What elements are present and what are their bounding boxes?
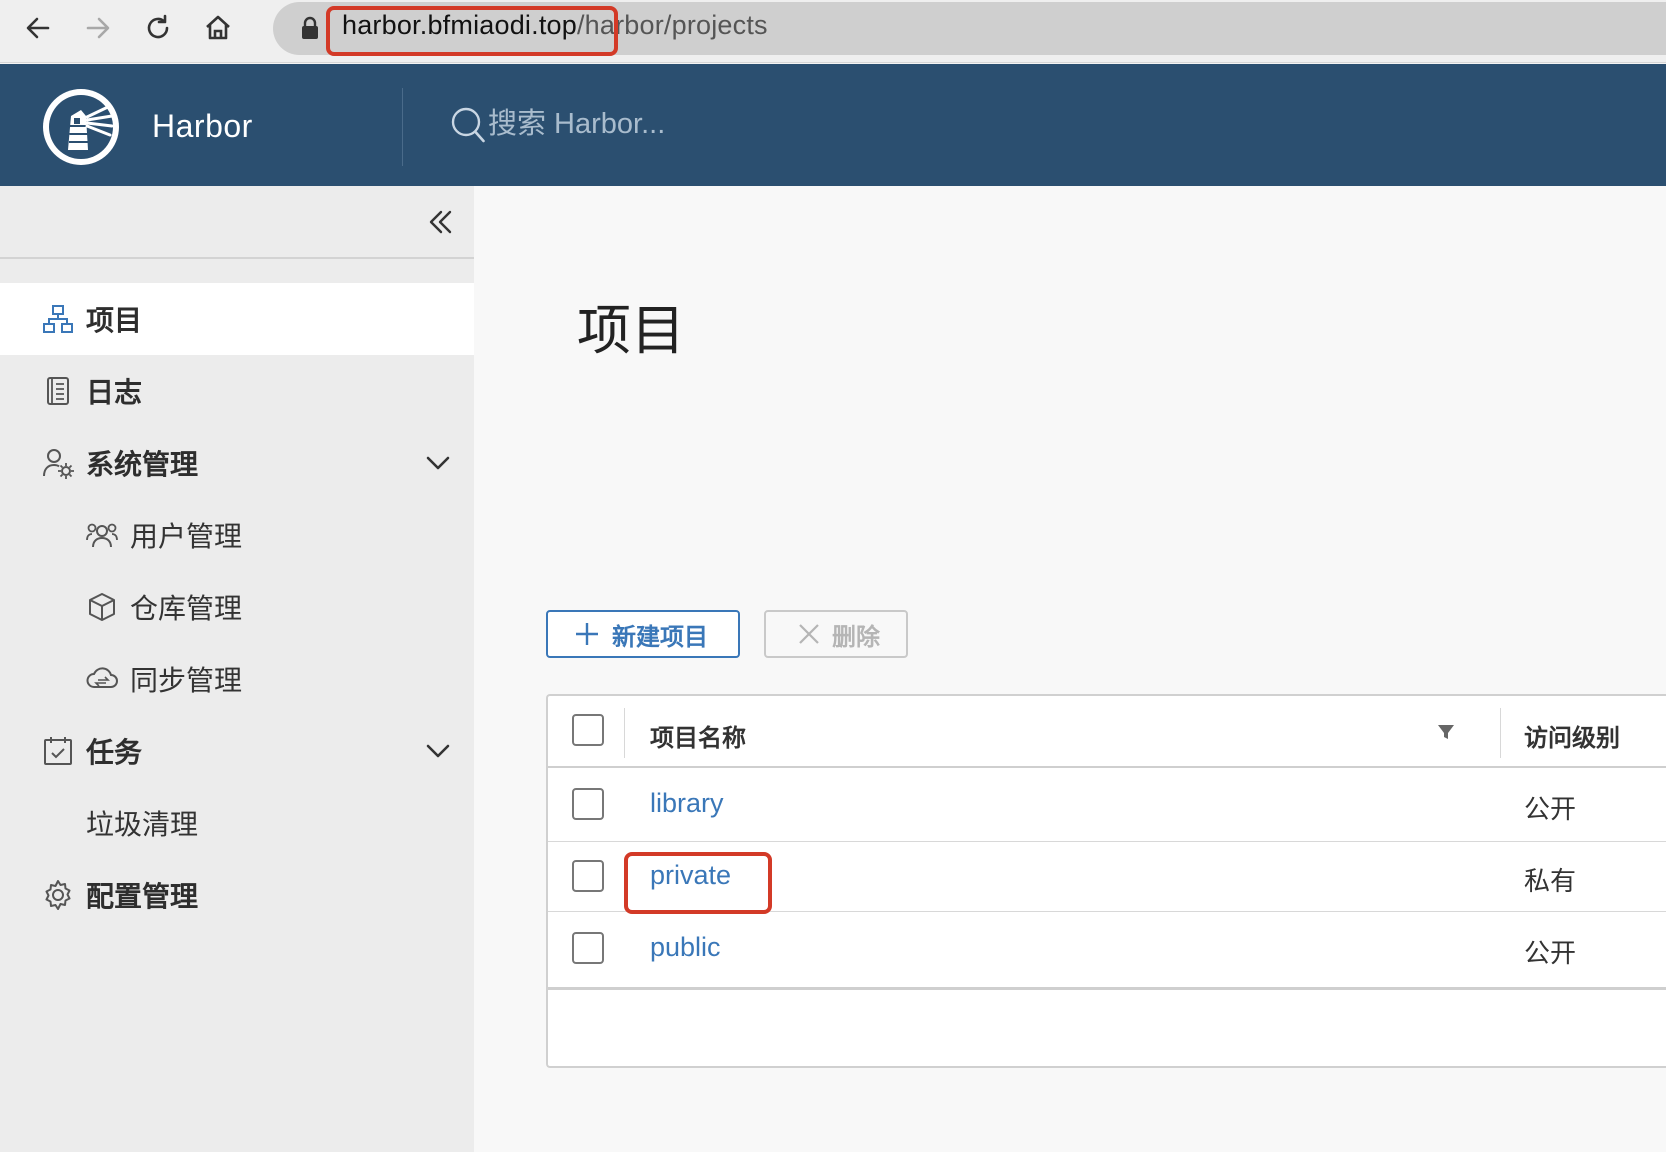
sidebar-item-label: 垃圾清理	[86, 809, 199, 840]
page-title: 项目	[577, 301, 685, 361]
new-project-button[interactable]: 新建项目	[546, 610, 740, 658]
search-input[interactable]	[488, 104, 988, 144]
reload-icon	[147, 14, 169, 39]
column-separator	[1500, 708, 1501, 758]
table-row: public 公开	[548, 912, 1666, 990]
users-icon	[86, 523, 118, 548]
sidebar-item-label: 日志	[86, 377, 143, 408]
admin-icon	[43, 449, 74, 479]
app-title: Harbor	[152, 108, 253, 144]
arrow-right-icon	[86, 17, 110, 39]
reload-button[interactable]	[138, 8, 178, 48]
sidebar-item-logs[interactable]: 日志	[0, 355, 474, 427]
sidebar-item-replications[interactable]: 同步管理	[0, 643, 474, 715]
arrow-left-icon	[26, 17, 50, 39]
harbor-logo-icon[interactable]	[40, 86, 122, 168]
access-level: 公开	[1524, 938, 1577, 968]
browser-toolbar: harbor.bfmiaodi.top/harbor/projects	[0, 0, 1666, 63]
lock-icon	[302, 16, 318, 39]
sidebar-divider	[0, 257, 474, 259]
url-highlight-box	[326, 6, 618, 56]
sidebar-item-label: 项目	[86, 305, 143, 336]
delete-label: 删除	[832, 623, 880, 651]
column-separator	[624, 708, 625, 758]
search-icon	[451, 107, 485, 143]
new-project-label: 新建项目	[612, 623, 708, 651]
projects-icon	[43, 305, 73, 333]
header-divider	[402, 88, 403, 166]
home-icon	[206, 15, 230, 40]
forward-button[interactable]	[78, 8, 118, 48]
sidebar-item-projects[interactable]: 项目	[0, 283, 474, 355]
delete-button[interactable]: 删除	[764, 610, 908, 658]
access-level: 私有	[1524, 866, 1577, 896]
column-header-name[interactable]: 项目名称	[650, 718, 746, 753]
main-content: 项目 新建项目 删除 项目名称 访问级别 library 公开 private …	[474, 186, 1666, 1152]
sidebar-item-label: 配置管理	[86, 881, 199, 912]
select-all-checkbox[interactable]	[572, 714, 604, 746]
filter-icon[interactable]	[1436, 722, 1456, 742]
table-row: library 公开	[548, 768, 1666, 842]
column-header-access[interactable]: 访问级别	[1524, 718, 1620, 753]
back-button[interactable]	[18, 8, 58, 48]
sidebar-item-registries[interactable]: 仓库管理	[0, 571, 474, 643]
table-header: 项目名称 访问级别	[548, 696, 1666, 768]
access-level: 公开	[1524, 794, 1577, 824]
sidebar-item-tasks[interactable]: 任务	[0, 715, 474, 787]
chevron-down-icon[interactable]	[424, 449, 452, 477]
project-name-link[interactable]: public	[650, 932, 721, 963]
logs-icon	[47, 377, 69, 405]
chevron-down-icon[interactable]	[424, 737, 452, 765]
sidebar: 项目 日志 系统管理 用户管理 仓库管理 同步管理 任务 垃圾清理 配置管理	[0, 186, 474, 1152]
collapse-sidebar-icon[interactable]	[424, 206, 456, 238]
project-name-link[interactable]: library	[650, 788, 724, 819]
sidebar-item-user-management[interactable]: 用户管理	[0, 499, 474, 571]
sidebar-item-garbage-collection[interactable]: 垃圾清理	[0, 787, 474, 859]
sidebar-item-label: 系统管理	[86, 449, 199, 480]
box-icon	[89, 593, 115, 621]
sidebar-item-system-admin[interactable]: 系统管理	[0, 427, 474, 499]
cloud-sync-icon	[86, 667, 118, 688]
home-button[interactable]	[198, 8, 238, 48]
app-header: Harbor	[0, 64, 1666, 186]
plus-icon	[576, 623, 598, 645]
row-checkbox[interactable]	[572, 860, 604, 892]
sidebar-item-label: 用户管理	[130, 521, 243, 552]
sidebar-item-configuration[interactable]: 配置管理	[0, 859, 474, 931]
row-checkbox[interactable]	[572, 788, 604, 820]
row-checkbox[interactable]	[572, 932, 604, 964]
tasks-icon	[44, 737, 72, 765]
gear-icon	[45, 880, 71, 910]
sidebar-item-label: 任务	[86, 737, 143, 768]
close-icon	[799, 624, 819, 644]
sidebar-item-label: 同步管理	[130, 665, 243, 696]
sidebar-item-label: 仓库管理	[130, 593, 243, 624]
private-row-highlight-box	[624, 852, 772, 914]
